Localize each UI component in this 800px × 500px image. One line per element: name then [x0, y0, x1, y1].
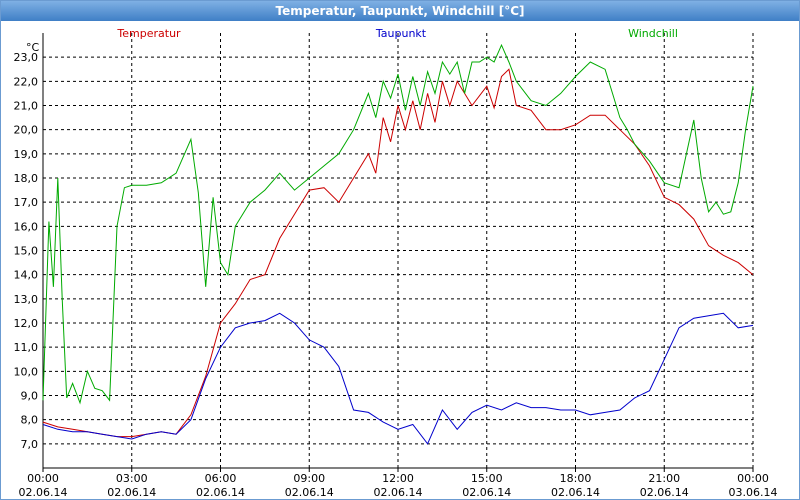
x-tick-time-label: 03:00 [116, 472, 148, 485]
y-tick-label: 7,0 [21, 438, 39, 451]
y-tick-label: 20,0 [14, 124, 39, 137]
y-tick-label: 14,0 [14, 269, 39, 282]
legend-temperatur: Temperatur [116, 27, 181, 40]
x-tick-time-label: 00:00 [737, 472, 769, 485]
y-tick-label: 13,0 [14, 293, 39, 306]
y-tick-label: 17,0 [14, 196, 39, 209]
y-tick-label: 18,0 [14, 172, 39, 185]
legend-windchill: Windchill [628, 27, 678, 40]
y-tick-label: 16,0 [14, 220, 39, 233]
x-tick-date-label: 02.06.14 [196, 486, 245, 499]
x-tick-time-label: 09:00 [293, 472, 325, 485]
y-tick-label: 22,0 [14, 75, 39, 88]
x-tick-date-label: 02.06.14 [640, 486, 689, 499]
x-tick-time-label: 00:00 [27, 472, 59, 485]
y-tick-label: 10,0 [14, 365, 39, 378]
x-tick-date-label: 02.06.14 [374, 486, 423, 499]
y-tick-label: 15,0 [14, 245, 39, 258]
legend-taupunkt: Taupunkt [375, 27, 427, 40]
y-tick-label: 21,0 [14, 100, 39, 113]
x-tick-date-label: 03.06.14 [729, 486, 778, 499]
window-title: Temperatur, Taupunkt, Windchill [°C] [1, 1, 799, 21]
x-tick-time-label: 21:00 [648, 472, 680, 485]
y-tick-label: 12,0 [14, 317, 39, 330]
x-tick-time-label: 15:00 [471, 472, 503, 485]
line-chart: 7,0 8,0 9,0 10,0 11,0 12,0 13,0 14,0 15,0 16,0 17,… [14, 27, 778, 499]
x-tick-date-label: 02.06.14 [551, 486, 600, 499]
series-line-windchill [42, 43, 754, 405]
x-tick-date-label: 02.06.14 [107, 486, 156, 499]
x-tick-time-label: 06:00 [205, 472, 237, 485]
y-tick-label: 19,0 [14, 148, 39, 161]
x-tick-time-label: 18:00 [560, 472, 592, 485]
y-tick-label: 11,0 [14, 341, 39, 354]
y-tick-label: 8,0 [21, 414, 39, 427]
x-tick-date-label: 02.06.14 [462, 486, 511, 499]
x-tick-date-label: 02.06.14 [285, 486, 334, 499]
x-tick-time-label: 12:00 [382, 472, 414, 485]
chart-window: Temperatur, Taupunkt, Windchill [°C] 7,0… [0, 0, 800, 500]
y-unit-label: °C [26, 41, 40, 54]
x-tick-date-label: 02.06.14 [19, 486, 68, 499]
y-tick-label: 9,0 [21, 390, 39, 403]
